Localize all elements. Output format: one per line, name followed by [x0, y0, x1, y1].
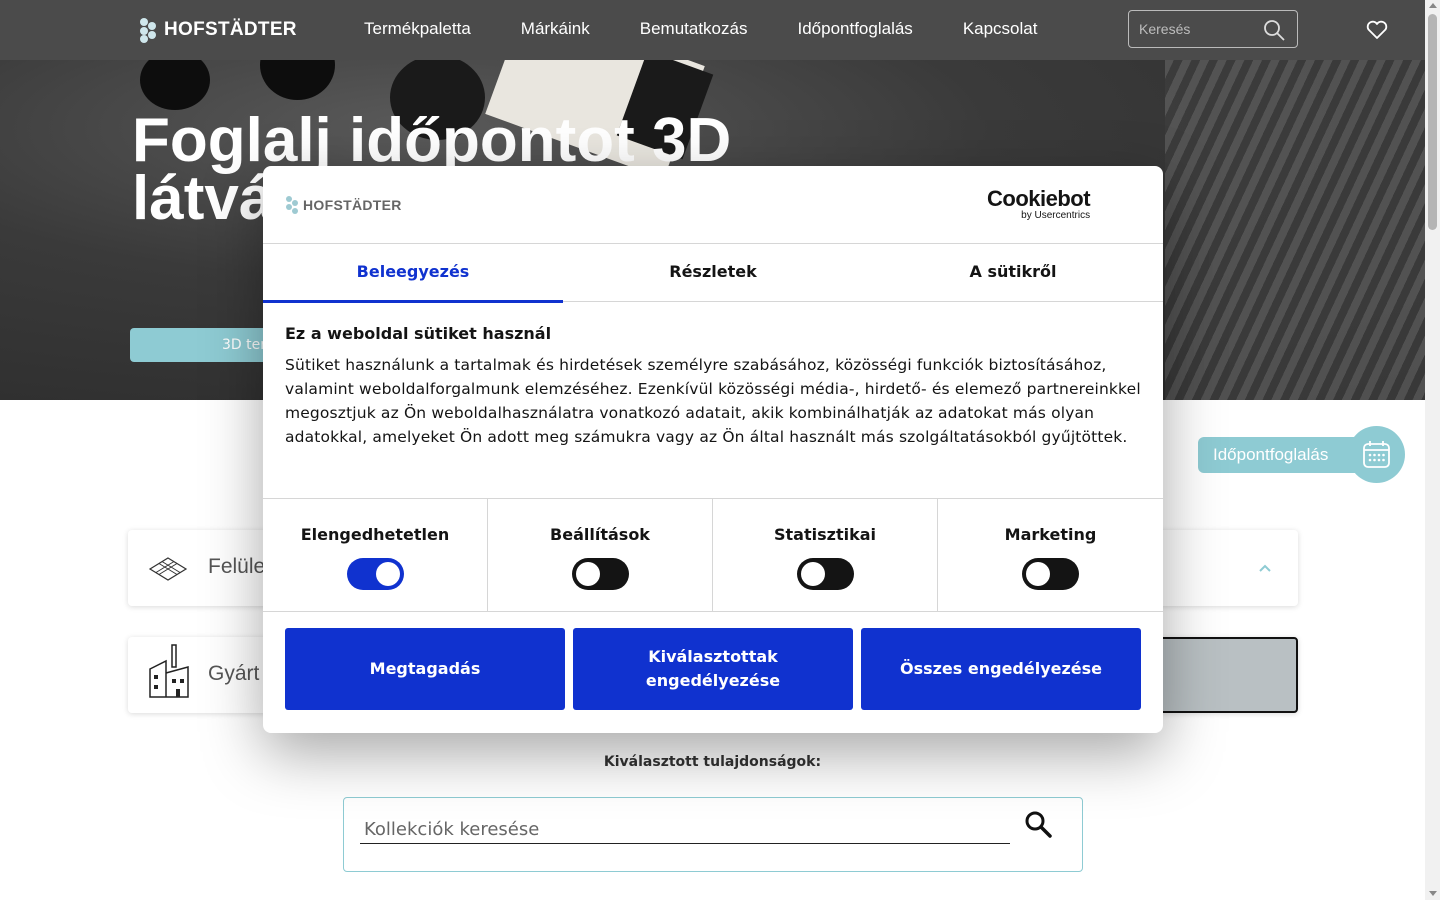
cookie-dialog-text: Sütiket használunk a tartalmak és hirdet… — [285, 356, 1141, 446]
deny-button[interactable]: Megtagadás — [285, 628, 565, 710]
cookie-dialog-header: HOFSTÄDTER Cookiebot by Usercentrics — [263, 166, 1163, 244]
allow-selection-button[interactable]: Kiválasztottak engedélyezése — [573, 628, 853, 710]
scrollbar-thumb[interactable] — [1428, 14, 1437, 230]
tab-consent[interactable]: Beleegyezés — [263, 244, 563, 303]
page-scrollbar[interactable] — [1425, 0, 1440, 900]
cookiebot-logo-subtext: by Usercentrics — [1021, 210, 1091, 221]
toggle-switch-statistics[interactable] — [796, 558, 854, 590]
logo-mark-icon — [285, 196, 299, 214]
cookie-dialog-logo: HOFSTÄDTER — [285, 196, 402, 214]
cookie-dialog-tabs: Beleegyezés Részletek A sütikről — [263, 244, 1163, 303]
toggle-knob — [800, 562, 825, 586]
cookie-dialog-actions: Megtagadás Kiválasztottak engedélyezése … — [285, 628, 1141, 710]
cookie-dialog-body: Ez a weboldal sütiket használ Sütiket ha… — [285, 324, 1145, 449]
toggle-knob — [575, 562, 600, 586]
toggle-label-statistics: Statisztikai — [774, 525, 876, 544]
toggle-switch-preferences[interactable] — [571, 558, 629, 590]
cookiebot-logo-text: Cookiebot — [987, 186, 1091, 211]
toggle-label-preferences: Beállítások — [550, 525, 650, 544]
cookiebot-logo[interactable]: Cookiebot by Usercentrics — [987, 186, 1091, 222]
toggle-label-necessary: Elengedhetetlen — [300, 525, 450, 544]
cookie-dialog-heading: Ez a weboldal sütiket használ — [285, 324, 552, 343]
tab-about-cookies[interactable]: A sütikről — [863, 244, 1163, 302]
toggle-knob — [1026, 562, 1050, 586]
allow-all-button[interactable]: Összes engedélyezése — [861, 628, 1141, 710]
toggle-switch-marketing[interactable] — [1022, 558, 1079, 590]
cookie-consent-dialog: HOFSTÄDTER Cookiebot by Usercentrics Bel… — [263, 166, 1163, 733]
toggle-group-statistics: Statisztikai — [713, 499, 938, 612]
cookie-dialog-logo-text: HOFSTÄDTER — [303, 197, 402, 213]
toggle-knob — [375, 562, 400, 586]
scroll-down-arrow-icon[interactable] — [1429, 891, 1437, 896]
toggle-switch-necessary[interactable] — [346, 558, 404, 590]
toggle-group-necessary: Elengedhetetlen — [263, 499, 488, 612]
toggle-group-marketing: Marketing — [938, 499, 1163, 612]
toggle-label-marketing: Marketing — [1004, 525, 1097, 544]
tab-details[interactable]: Részletek — [563, 244, 863, 302]
toggle-group-preferences: Beállítások — [488, 499, 713, 612]
scroll-up-arrow-icon[interactable] — [1429, 3, 1437, 8]
cookie-category-toggles: Elengedhetetlen Beállítások Statisztikai… — [263, 498, 1163, 612]
